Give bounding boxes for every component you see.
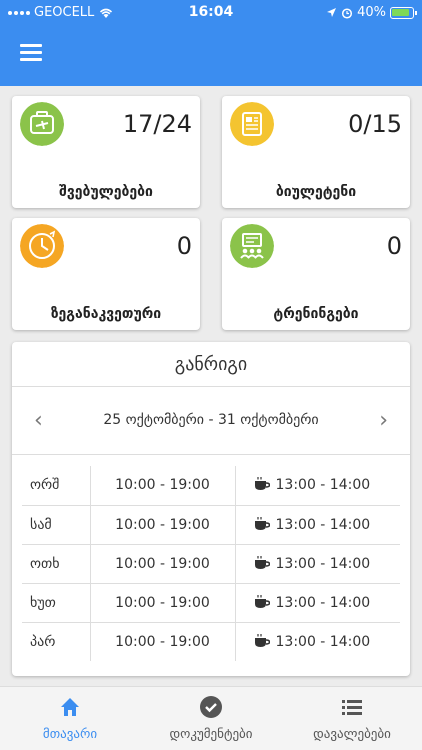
coffee-cup-icon (254, 594, 270, 608)
schedule-table: ორშ 10:00 - 19:00 13:00 - 14:00 სამ 10:0… (22, 466, 400, 661)
chevron-right-icon[interactable]: › (379, 408, 388, 433)
break-hours: 13:00 - 14:00 (275, 594, 371, 611)
vacations-label: შვებულებები (59, 184, 153, 200)
tab-tasks-label: დავალებები (313, 727, 391, 742)
week-range: 25 ოქტომბერი - 31 ოქტომბერი (103, 412, 319, 428)
vacations-value: 17/24 (122, 110, 192, 138)
work-hours: 10:00 - 19:00 (90, 504, 236, 544)
overtime-value: 0 (176, 232, 192, 260)
work-hours: 10:00 - 19:00 (90, 466, 236, 505)
overtime-label: ზეგანაკვეთური (50, 306, 162, 322)
trainings-value: 0 (386, 232, 402, 260)
coffee-cup-icon (254, 555, 270, 569)
divider (12, 386, 410, 387)
coffee-cup-icon (254, 477, 270, 491)
clock-icon (20, 224, 64, 268)
table-row: სამ 10:00 - 19:00 13:00 - 14:00 (22, 504, 400, 544)
table-row: ხუთ 10:00 - 19:00 13:00 - 14:00 (22, 582, 400, 622)
day-name: ხუთ (22, 582, 91, 622)
sick-leave-value: 0/15 (348, 110, 402, 138)
schedule-card: განრიგი ‹ 25 ოქტომბერი - 31 ოქტომბერი › … (12, 342, 410, 676)
menu-button[interactable] (20, 44, 42, 62)
status-bar: GEOCELL 16:04 40% (0, 0, 422, 26)
day-name: ორშ (22, 466, 91, 505)
home-icon (61, 698, 79, 716)
day-name: პარ (22, 621, 91, 661)
break-cell: 13:00 - 14:00 (235, 582, 400, 622)
table-row: პარ 10:00 - 19:00 13:00 - 14:00 (22, 621, 400, 661)
location-icon (327, 8, 337, 17)
break-hours: 13:00 - 14:00 (275, 477, 371, 494)
day-name: სამ (22, 504, 91, 544)
list-icon (342, 700, 362, 715)
check-circle-icon (200, 696, 222, 718)
break-cell: 13:00 - 14:00 (235, 504, 400, 544)
week-navigator: ‹ 25 ოქტომბერი - 31 ოქტომბერი › (12, 406, 410, 436)
app-bar: GEOCELL 16:04 40% (0, 0, 422, 86)
table-row: ორშ 10:00 - 19:00 13:00 - 14:00 (22, 466, 400, 505)
suitcase-icon (20, 102, 64, 146)
trainings-label: ტრენინგები (273, 306, 359, 322)
work-hours: 10:00 - 19:00 (90, 621, 236, 661)
break-cell: 13:00 - 14:00 (235, 466, 400, 505)
break-hours: 13:00 - 14:00 (275, 516, 371, 533)
tab-home-label: მთავარი (42, 727, 98, 742)
coffee-cup-icon (254, 633, 270, 647)
battery-icon (390, 6, 417, 19)
break-cell: 13:00 - 14:00 (235, 543, 400, 583)
day-name: ოთხ (22, 543, 91, 583)
break-cell: 13:00 - 14:00 (235, 621, 400, 661)
work-hours: 10:00 - 19:00 (90, 543, 236, 583)
work-hours: 10:00 - 19:00 (90, 582, 236, 622)
stat-card-overtime[interactable]: 0 ზეგანაკვეთური (12, 218, 200, 330)
bottom-navigation: მთავარი დოკუმენტები დავალებები (0, 686, 422, 750)
break-hours: 13:00 - 14:00 (275, 555, 371, 572)
document-icon (230, 102, 274, 146)
stat-card-vacations[interactable]: 17/24 შვებულებები (12, 96, 200, 208)
stat-card-trainings[interactable]: 0 ტრენინგები (222, 218, 410, 330)
coffee-cup-icon (254, 516, 270, 530)
battery-percent: 40% (357, 5, 386, 20)
tab-documents[interactable]: დოკუმენტები (141, 695, 281, 742)
alarm-icon (342, 7, 353, 19)
table-row: ოთხ 10:00 - 19:00 13:00 - 14:00 (22, 543, 400, 583)
sick-leave-label: ბიულეტენი (275, 184, 357, 200)
break-hours: 13:00 - 14:00 (275, 633, 371, 650)
divider (12, 454, 410, 455)
training-icon (230, 224, 274, 268)
tab-documents-label: დოკუმენტები (169, 727, 253, 742)
tab-tasks[interactable]: დავალებები (282, 695, 422, 742)
stat-card-sick-leave[interactable]: 0/15 ბიულეტენი (222, 96, 410, 208)
tab-home[interactable]: მთავარი (0, 695, 140, 742)
schedule-title: განრიგი (174, 354, 248, 375)
